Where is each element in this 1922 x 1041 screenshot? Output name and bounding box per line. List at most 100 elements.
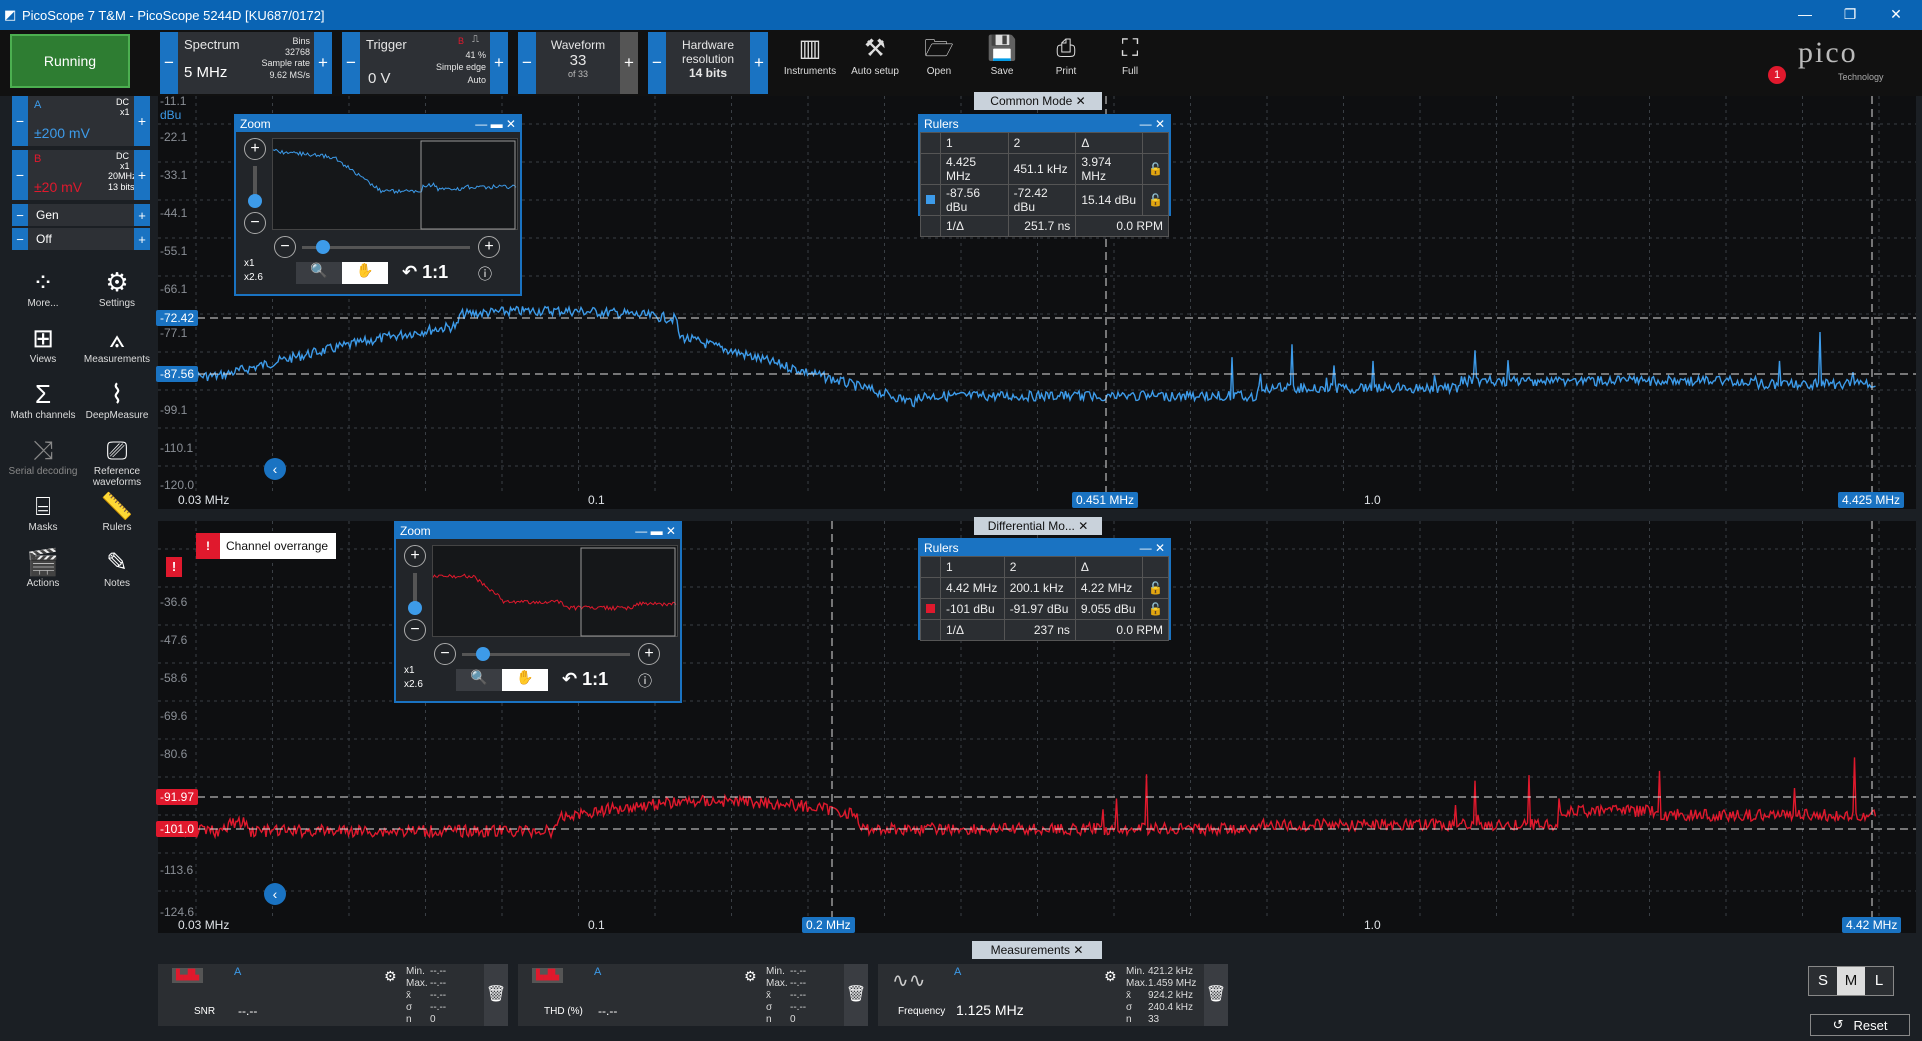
reset-zoom-button[interactable]: ↶ 1:1 bbox=[402, 262, 448, 283]
window-controls-icon[interactable]: — ✕ bbox=[1140, 116, 1169, 132]
zoom-v-thumb[interactable] bbox=[408, 601, 422, 615]
zoom-in-icon[interactable]: + bbox=[404, 545, 426, 567]
rulers-window-1[interactable]: Rulers — ✕ 12Δ 4.425 MHz 451.1 kHz 3.974 MH… bbox=[918, 114, 1171, 237]
resolution-minus-button[interactable]: − bbox=[648, 32, 666, 94]
hand-icon[interactable]: ✋ bbox=[342, 262, 388, 284]
zoom-in-icon[interactable]: + bbox=[244, 138, 266, 160]
chevron-left-icon[interactable]: ‹ bbox=[264, 883, 286, 905]
ruler-y-label[interactable]: -87.56 bbox=[156, 366, 199, 382]
spectrum-plus-button[interactable]: + bbox=[314, 32, 332, 94]
tab-differential-mode[interactable]: Differential Mo... ✕ bbox=[974, 517, 1102, 535]
info-icon[interactable]: ⓘ bbox=[638, 671, 652, 691]
lock-icon[interactable]: 🔓 bbox=[1142, 184, 1169, 216]
ruler-y-label[interactable]: -91.97 bbox=[156, 789, 199, 805]
rulers-window-2[interactable]: Rulers — ✕ 12Δ 4.42 MHz 200.1 kHz 4.22 MHz 🔓… bbox=[918, 538, 1171, 641]
window-controls-icon[interactable]: — ▬ ✕ bbox=[635, 523, 680, 539]
zoom-out-icon[interactable]: − bbox=[404, 619, 426, 641]
reset-button[interactable]: ↺ Reset bbox=[1810, 1014, 1910, 1036]
info-icon[interactable]: ⓘ bbox=[478, 264, 492, 284]
gear-icon[interactable]: ⚙ bbox=[1104, 968, 1117, 985]
magnifier-icon[interactable]: 🔍 bbox=[296, 262, 342, 284]
masks-button[interactable]: ⌸ Masks bbox=[8, 490, 78, 533]
math-channels-button[interactable]: Σ Math channels bbox=[8, 378, 78, 421]
close-icon[interactable]: ✕ bbox=[1886, 6, 1906, 23]
trigger-plus-button[interactable]: + bbox=[490, 32, 508, 94]
zoom-header[interactable]: Zoom — ▬ ✕ bbox=[396, 523, 680, 539]
ruler-y-label[interactable]: -101.0 bbox=[156, 821, 199, 837]
rulers-button[interactable]: 📏 Rulers bbox=[82, 490, 152, 533]
more-button[interactable]: ⁘ More... bbox=[8, 266, 78, 309]
off-minus[interactable]: − bbox=[12, 228, 28, 250]
trash-icon[interactable]: 🗑 bbox=[484, 964, 508, 1026]
waveform-plus-button[interactable]: + bbox=[620, 32, 638, 94]
h-zoom-out-icon[interactable]: − bbox=[434, 643, 456, 665]
channel-a-box[interactable]: − A DC x1 ±200 mV + bbox=[12, 96, 150, 146]
instruments-button[interactable]: ▥ Instruments bbox=[778, 32, 842, 94]
deepmeasure-button[interactable]: ⌇ DeepMeasure bbox=[82, 378, 152, 421]
window-controls-icon[interactable]: — ▬ ✕ bbox=[475, 116, 520, 132]
trigger-minus-button[interactable]: − bbox=[342, 32, 360, 94]
spectrum-box[interactable]: Spectrum 5 MHz Bins 32768 Sample rate 9.… bbox=[178, 32, 314, 94]
notification-badge[interactable]: 1 bbox=[1768, 66, 1786, 84]
zoom-out-icon[interactable]: − bbox=[244, 212, 266, 234]
size-m-button[interactable]: M bbox=[1837, 967, 1865, 995]
gen-plus[interactable]: + bbox=[134, 204, 150, 226]
rulers-header[interactable]: Rulers — ✕ bbox=[920, 116, 1169, 132]
zoom-v-thumb[interactable] bbox=[248, 194, 262, 208]
measurement-frequency[interactable]: ∿∿ A Frequency 1.125 MHz ⚙ Min. Max. x̄ σ n … bbox=[878, 964, 1228, 1026]
waveform-box[interactable]: Waveform 33 of 33 bbox=[536, 32, 620, 94]
tab-measurements[interactable]: Measurements ✕ bbox=[972, 941, 1102, 959]
zoom-h-thumb[interactable] bbox=[476, 647, 490, 661]
trash-icon[interactable]: 🗑 bbox=[844, 964, 868, 1026]
h-zoom-out-icon[interactable]: − bbox=[274, 236, 296, 258]
ruler-x-label[interactable]: 0.451 MHz bbox=[1072, 492, 1139, 508]
off-plus[interactable]: + bbox=[134, 228, 150, 250]
spectrum-minus-button[interactable]: − bbox=[160, 32, 178, 94]
ruler-y-label[interactable]: -72.42 bbox=[156, 310, 199, 326]
rulers-header[interactable]: Rulers — ✕ bbox=[920, 540, 1169, 556]
h-zoom-in-icon[interactable]: + bbox=[478, 236, 500, 258]
measurement-thd[interactable]: ▙▟▙ A THD (%) --.-- ⚙ Min. Max. x̄ σ n --.--… bbox=[518, 964, 868, 1026]
magnifier-icon[interactable]: 🔍 bbox=[456, 669, 502, 691]
channel-a-plus[interactable]: + bbox=[134, 96, 150, 146]
notes-button[interactable]: ✎ Notes bbox=[82, 546, 152, 589]
restore-icon[interactable]: ❐ bbox=[1840, 6, 1860, 23]
zoom-window-2[interactable]: Zoom — ▬ ✕ + − − + x1 x2.6 🔍 ✋ ↶ 1:1 ⓘ bbox=[394, 521, 682, 703]
zoom-h-thumb[interactable] bbox=[316, 240, 330, 254]
window-controls-icon[interactable]: — ✕ bbox=[1140, 540, 1169, 556]
lock-icon[interactable]: 🔓 bbox=[1142, 598, 1169, 620]
open-button[interactable]: 🗁 Open bbox=[907, 32, 971, 94]
size-l-button[interactable]: L bbox=[1865, 967, 1893, 995]
gen-box[interactable]: − Gen + bbox=[12, 204, 150, 226]
tab-common-mode[interactable]: Common Mode ✕ bbox=[974, 92, 1102, 110]
waveform-minus-button[interactable]: − bbox=[518, 32, 536, 94]
actions-button[interactable]: 🎬 Actions bbox=[8, 546, 78, 589]
lock-icon[interactable]: 🔓 bbox=[1142, 577, 1169, 599]
off-box[interactable]: − Off + bbox=[12, 228, 150, 250]
h-zoom-in-icon[interactable]: + bbox=[638, 643, 660, 665]
trigger-box[interactable]: Trigger 0 V B ⎍ 41 % Simple edge Auto bbox=[360, 32, 490, 94]
print-button[interactable]: ⎙ Print bbox=[1034, 32, 1098, 94]
lock-icon[interactable]: 🔓 bbox=[1142, 153, 1169, 185]
measurement-snr[interactable]: ▙▟▙ A SNR --.-- ⚙ Min. Max. x̄ σ n --.-- --.-… bbox=[158, 964, 508, 1026]
resolution-box[interactable]: Hardware resolution 14 bits bbox=[666, 32, 750, 94]
reference-waveforms-button[interactable]: ⎚ Reference waveforms bbox=[82, 434, 152, 488]
ruler-x-label[interactable]: 4.425 MHz bbox=[1838, 492, 1905, 508]
auto-setup-button[interactable]: ⚒ Auto setup bbox=[843, 32, 907, 94]
fullscreen-button[interactable]: ⛶ Full bbox=[1098, 32, 1162, 94]
channel-b-minus[interactable]: − bbox=[12, 150, 28, 200]
zoom-preview[interactable] bbox=[272, 138, 518, 230]
channel-a-minus[interactable]: − bbox=[12, 96, 28, 146]
channel-b-plus[interactable]: + bbox=[134, 150, 150, 200]
measurements-button[interactable]: ⟑ Measurements bbox=[82, 322, 152, 365]
gear-icon[interactable]: ⚙ bbox=[744, 968, 757, 985]
run-stop-button[interactable]: Running bbox=[10, 34, 130, 88]
chevron-left-icon[interactable]: ‹ bbox=[264, 458, 286, 480]
gen-minus[interactable]: − bbox=[12, 204, 28, 226]
minimize-icon[interactable]: — bbox=[1795, 6, 1815, 22]
hand-icon[interactable]: ✋ bbox=[502, 669, 548, 691]
reset-zoom-button[interactable]: ↶ 1:1 bbox=[562, 669, 608, 690]
views-button[interactable]: ⊞ Views bbox=[8, 322, 78, 365]
ruler-x-label[interactable]: 0.2 MHz bbox=[802, 917, 855, 933]
ruler-x-label[interactable]: 4.42 MHz bbox=[1842, 917, 1902, 933]
